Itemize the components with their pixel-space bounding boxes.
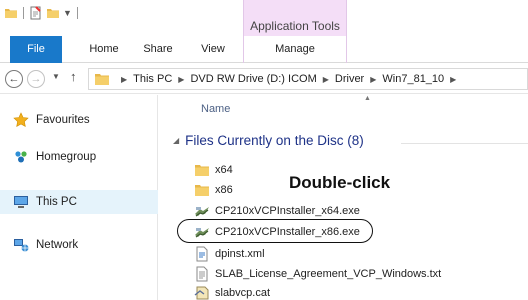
chevron-right-icon[interactable]: ▶ — [450, 75, 456, 84]
list-item-license[interactable]: SLAB_License_Agreement_VCP_Windows.txt — [194, 264, 441, 284]
installer-icon — [195, 207, 209, 217]
properties-icon[interactable] — [29, 6, 43, 20]
quick-access-toolbar: ▼ — [4, 4, 80, 22]
tab-file[interactable]: File — [10, 36, 62, 63]
new-folder-icon[interactable] — [46, 6, 60, 20]
tab-view[interactable]: View — [193, 36, 233, 63]
homegroup-icon — [15, 151, 27, 163]
file-name: x64 — [215, 164, 233, 176]
toolbar-separator — [76, 7, 78, 19]
list-item-dpinst[interactable]: dpinst.xml — [194, 244, 265, 264]
sidebar-item-label: Network — [36, 239, 79, 251]
star-icon — [13, 112, 29, 127]
chevron-right-icon[interactable]: ▶ — [121, 75, 127, 84]
list-item-installer-x64[interactable]: CP210xVCPInstaller_x64.exe — [194, 201, 360, 221]
title-bar: ▼ Application Tools — [0, 0, 528, 36]
catalog-file-icon — [194, 286, 209, 300]
folder-icon — [95, 74, 109, 85]
file-name: CP210xVCPInstaller_x64.exe — [215, 205, 360, 217]
chevron-right-icon[interactable]: ▶ — [323, 75, 329, 84]
address-row: ← → ▼ ↑ ▶ This PC ▶ DVD RW Drive (D:) IC… — [0, 64, 528, 94]
sidebar-item-homegroup[interactable]: Homegroup — [0, 145, 158, 169]
toolbar-separator — [23, 7, 24, 19]
file-name: dpinst.xml — [215, 248, 265, 260]
column-header-name[interactable]: Name — [201, 103, 230, 115]
list-item-x86[interactable]: x86 — [194, 180, 233, 200]
forward-button[interactable]: → — [27, 70, 45, 88]
group-divider — [401, 143, 528, 144]
breadcrumb-win7-81-10[interactable]: Win7_81_10 — [382, 73, 444, 85]
xml-file-icon — [196, 246, 208, 262]
breadcrumb-dvd-drive[interactable]: DVD RW Drive (D:) ICOM — [190, 73, 316, 85]
text-file-icon — [196, 266, 208, 282]
tab-manage[interactable]: Manage — [243, 36, 347, 63]
collapse-group-icon[interactable]: ◢ — [173, 136, 179, 145]
sidebar-item-label: Homegroup — [36, 151, 97, 163]
ribbon-tabs: File Home Share View Manage — [0, 36, 528, 63]
up-arrow-icon[interactable]: ↑ — [70, 69, 77, 84]
folder-icon — [5, 9, 17, 18]
breadcrumb-driver[interactable]: Driver — [335, 73, 364, 85]
tab-home[interactable]: Home — [84, 36, 124, 63]
group-header[interactable]: ◢ Files Currently on the Disc (8) — [173, 133, 364, 148]
list-item-slabvcp[interactable]: slabvcp.cat — [194, 283, 270, 300]
sidebar-item-label: Favourites — [36, 114, 90, 126]
folder-icon — [195, 165, 209, 176]
sidebar-item-label: This PC — [36, 196, 77, 208]
navigation-pane: Favourites Homegroup This PC Network — [0, 95, 158, 300]
list-item-x64[interactable]: x64 — [194, 160, 233, 180]
file-name: x86 — [215, 184, 233, 196]
file-name: SLAB_License_Agreement_VCP_Windows.txt — [215, 268, 442, 280]
breadcrumb-this-pc[interactable]: This PC — [133, 73, 172, 85]
file-name: slabvcp.cat — [215, 287, 271, 299]
sidebar-item-network[interactable]: Network — [0, 233, 158, 257]
customize-toolbar-icon[interactable]: ▼ — [63, 8, 72, 18]
sidebar-item-this-pc[interactable]: This PC — [0, 190, 158, 214]
highlight-outline — [177, 219, 373, 243]
application-tools-group: Application Tools — [243, 0, 347, 36]
recent-locations-icon[interactable]: ▼ — [52, 72, 60, 81]
group-title: Files Currently on the Disc (8) — [185, 133, 364, 148]
folder-icon — [195, 185, 209, 196]
file-list-pane: Name ▲ ◢ Files Currently on the Disc (8)… — [159, 95, 528, 300]
double-click-annotation: Double-click — [289, 173, 391, 192]
sort-ascending-icon: ▲ — [364, 95, 371, 102]
sidebar-item-favourites[interactable]: Favourites — [0, 108, 158, 132]
tab-share[interactable]: Share — [138, 36, 178, 63]
back-button[interactable]: ← — [5, 70, 23, 88]
chevron-right-icon[interactable]: ▶ — [178, 75, 184, 84]
chevron-right-icon[interactable]: ▶ — [370, 75, 376, 84]
address-bar[interactable]: ▶ This PC ▶ DVD RW Drive (D:) ICOM ▶ Dri… — [88, 68, 528, 90]
application-tools-label: Application Tools — [250, 19, 340, 33]
computer-icon — [14, 196, 28, 208]
network-icon — [14, 239, 29, 252]
